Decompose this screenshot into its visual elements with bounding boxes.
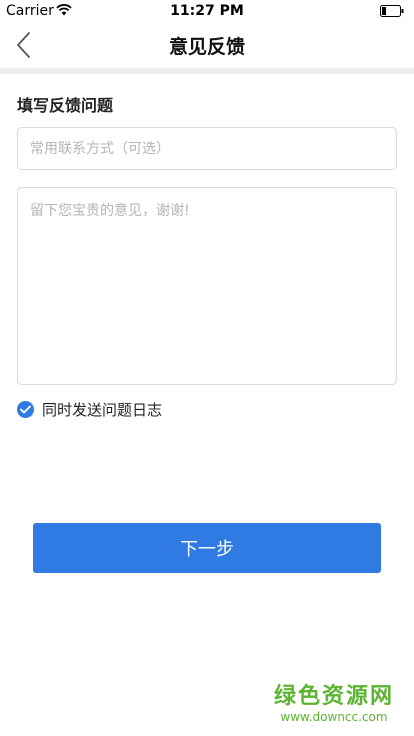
watermark-title: 绿色资源网	[273, 684, 394, 709]
battery-icon	[380, 5, 404, 17]
section-title: 填写反馈问题	[17, 96, 114, 115]
status-bar: Carrier 11:27 PM	[0, 0, 414, 22]
watermark-url: www.downcc.com	[280, 710, 388, 724]
send-log-checkbox[interactable]	[17, 400, 34, 418]
watermark: 绿色资源网 www.downcc.com	[274, 684, 394, 724]
contact-input[interactable]	[17, 127, 397, 170]
page-title: 意见反馈	[168, 36, 245, 58]
nav-bar: 意见反馈	[0, 22, 414, 74]
next-button[interactable]: 下一步	[33, 523, 381, 573]
status-time: 11:27 PM	[170, 3, 244, 19]
send-log-label: 同时发送问题日志	[42, 400, 163, 419]
chevron-left-icon	[17, 32, 30, 58]
send-log-checkbox-row[interactable]: 同时发送问题日志	[17, 398, 162, 420]
back-button[interactable]	[10, 30, 38, 60]
check-icon	[20, 405, 31, 413]
feedback-textarea[interactable]	[17, 187, 397, 385]
